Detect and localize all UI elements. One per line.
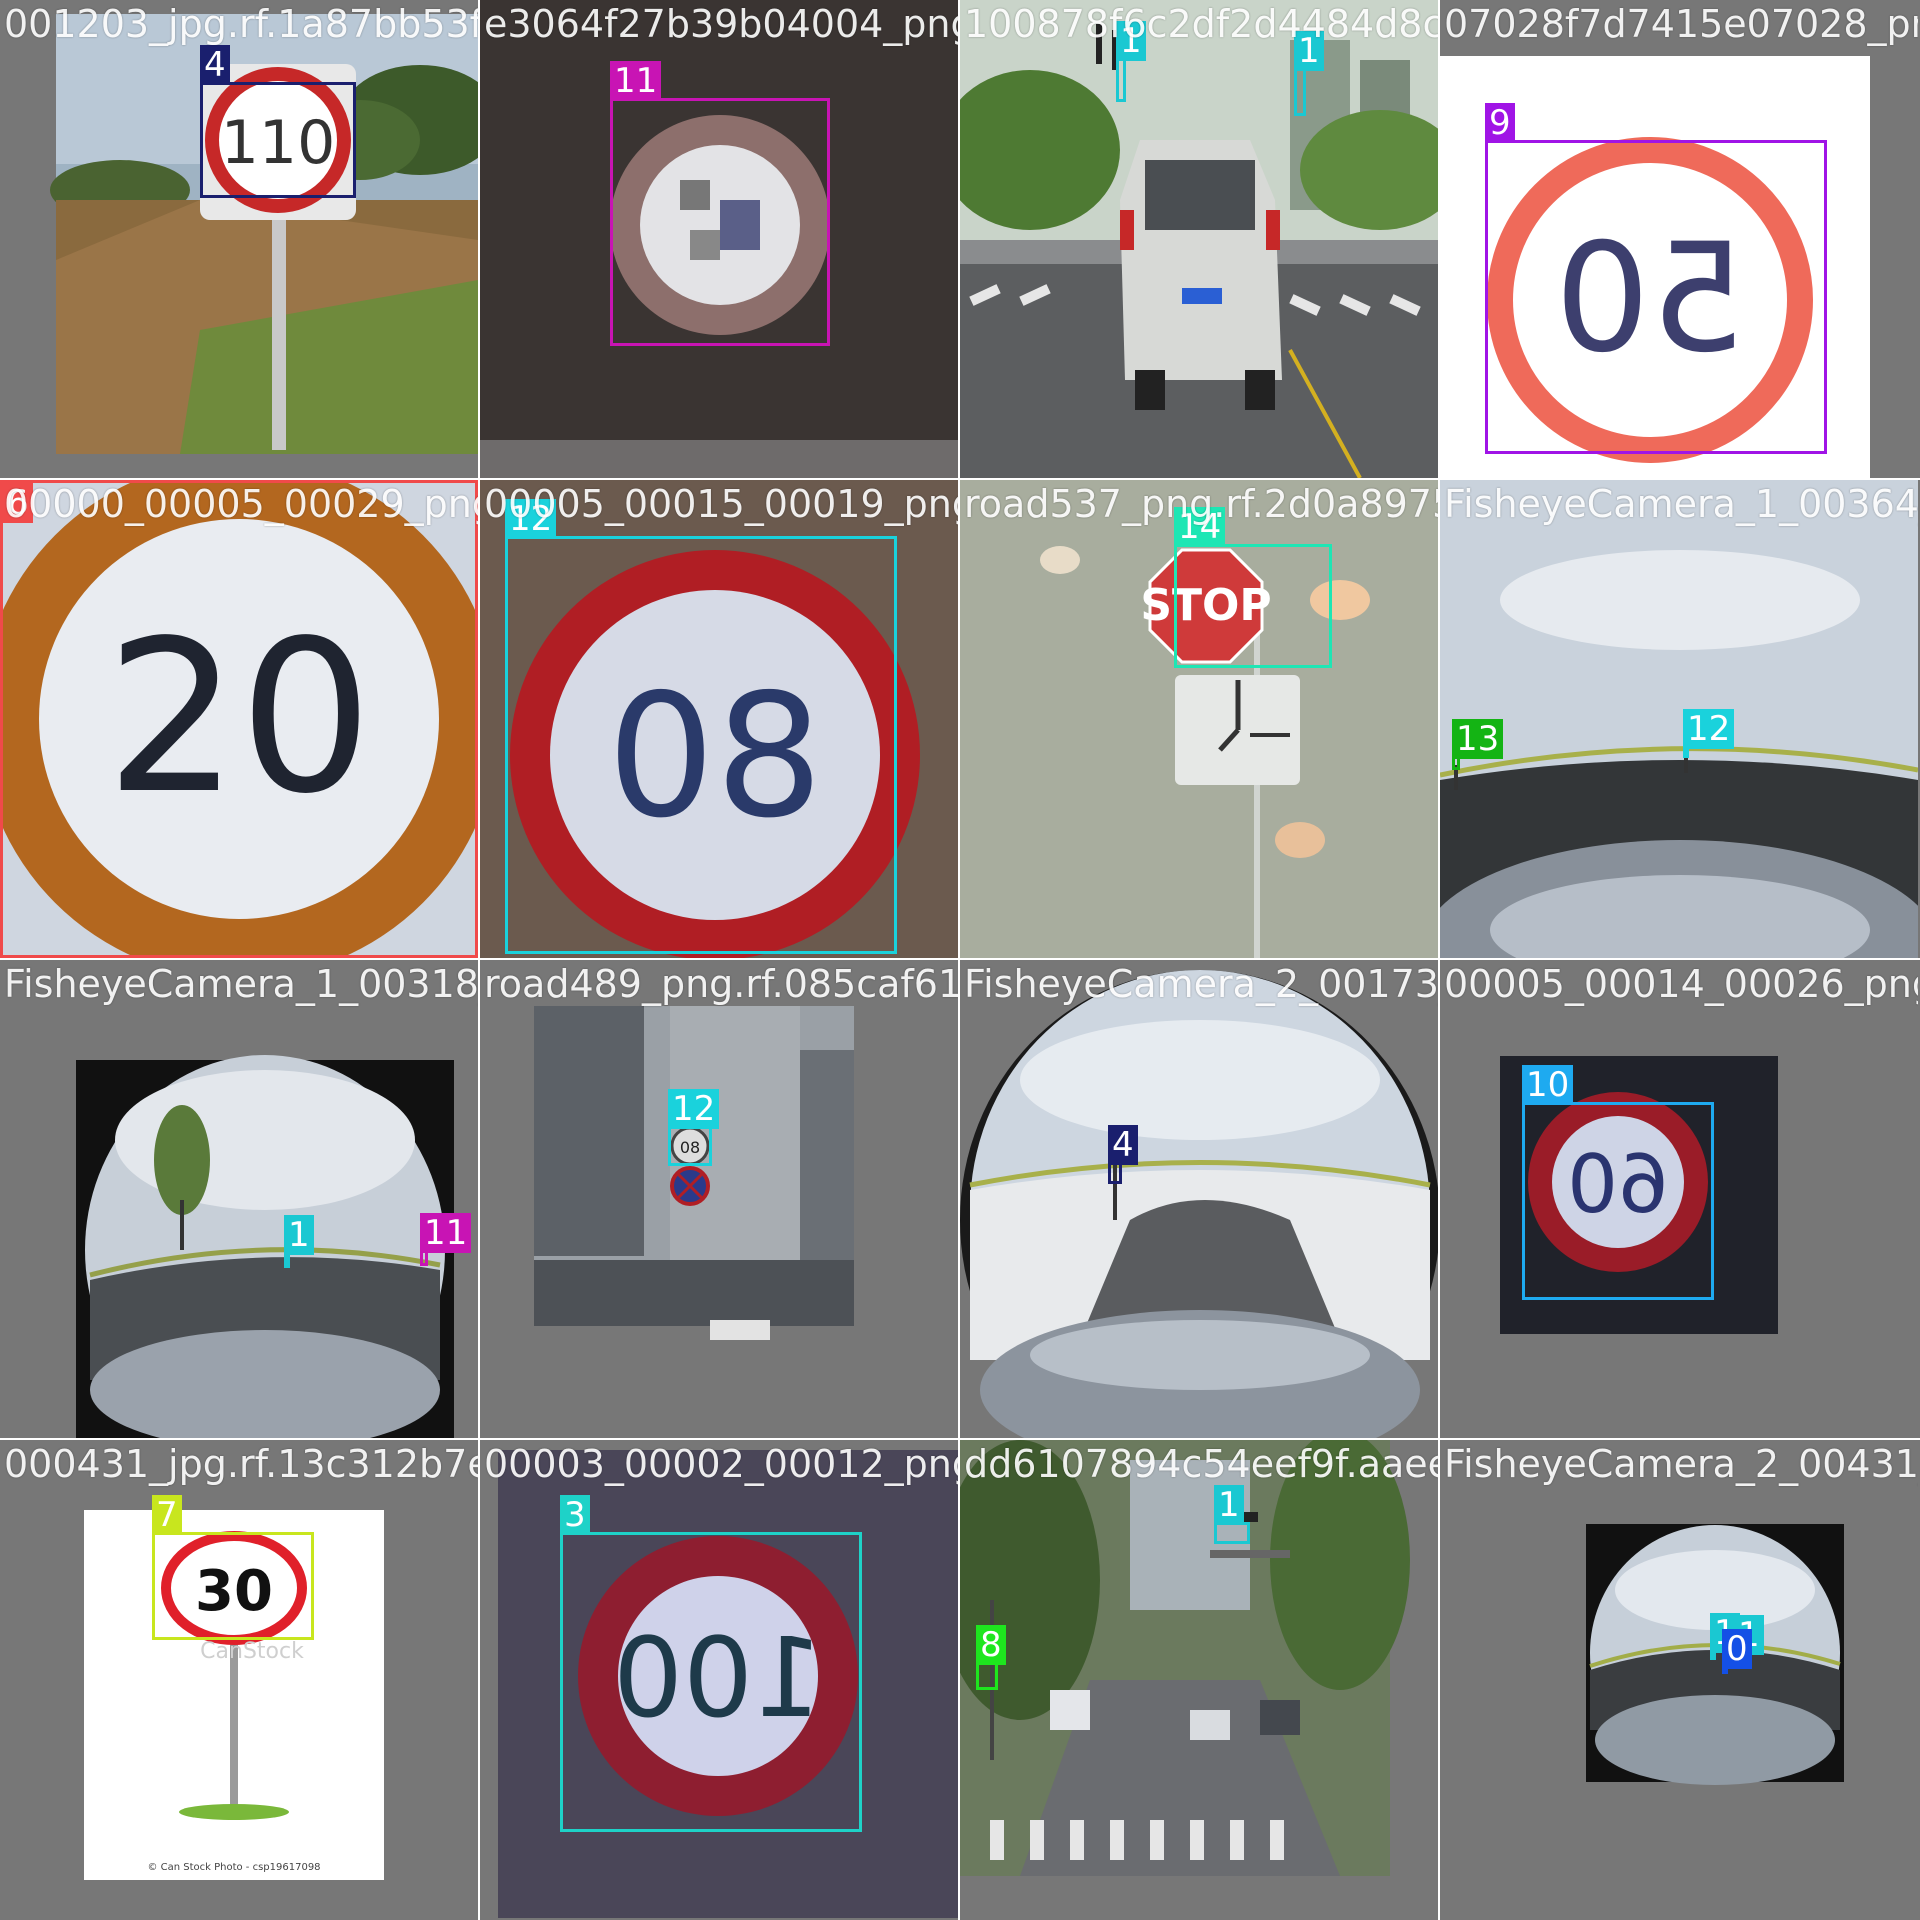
detection-box: 14 bbox=[1174, 507, 1332, 668]
class-tag: 10 bbox=[1522, 1065, 1574, 1105]
detection-box: 11 bbox=[610, 61, 830, 346]
grid-separator bbox=[0, 478, 1920, 480]
tile-filename: FisheyeCamera_1_00364_p bbox=[1444, 482, 1918, 526]
photo-fisheye-small bbox=[1440, 1440, 1918, 1918]
tile-filename: 00000_00005_00029_png. bbox=[4, 482, 478, 526]
tile-filename: 07028f7d7415e07028_png.rf bbox=[1444, 2, 1918, 46]
tile-fisheye-tree: 1 11 FisheyeCamera_1_00318_png.rf.489d65… bbox=[0, 960, 478, 1438]
tile-filename: FisheyeCamera_1_00318_png.rf.489d65cf617… bbox=[4, 962, 478, 1006]
detection-box: 1 bbox=[1294, 31, 1324, 116]
class-tag: 11 bbox=[610, 61, 662, 101]
grid-separator bbox=[0, 958, 1920, 960]
tile-filename: e3064f27b39b04004_png.rf bbox=[484, 2, 958, 46]
tile-filename: 00005_00015_00019_png.rf bbox=[484, 482, 958, 526]
detection-box: 1 bbox=[1214, 1485, 1250, 1544]
detection-box: 4 bbox=[200, 45, 356, 198]
class-tag: 12 bbox=[668, 1089, 720, 1129]
detection-box: 0 bbox=[1722, 1629, 1752, 1674]
class-tag: 12 bbox=[1683, 709, 1735, 749]
watermark-text: CanStock bbox=[200, 1639, 304, 1664]
detection-box: 12 bbox=[1683, 709, 1735, 758]
photo-fisheye-road-2 bbox=[960, 960, 1438, 1438]
tile-sign-60-mirrored: 60 10 00005_00014_00026_png.rf bbox=[1440, 960, 1918, 1438]
detection-box: 9 bbox=[1485, 103, 1827, 454]
detection-box: 3 bbox=[560, 1495, 862, 1832]
tile-stop-sign: STOP 14 road537_png.rf.2d0a8975341a2f61c… bbox=[960, 480, 1438, 958]
grid-separator bbox=[1438, 0, 1440, 1920]
photo-sign-30: 30 CanStock © Can Stock Photo - csp19617… bbox=[0, 1440, 478, 1918]
class-tag: 1 bbox=[284, 1215, 314, 1255]
detection-box: 4 bbox=[1108, 1125, 1138, 1184]
photo-street-van bbox=[960, 0, 1438, 478]
tile-sign-30-canstock: 30 CanStock © Can Stock Photo - csp19617… bbox=[0, 1440, 478, 1918]
tile-fisheye-small: 1 1 0 FisheyeCamera_2_00431_p bbox=[1440, 1440, 1918, 1918]
detection-box: 12 bbox=[668, 1089, 720, 1166]
class-tag: 11 bbox=[420, 1213, 472, 1253]
tile-filename: 00005_00014_00026_png.rf bbox=[1444, 962, 1918, 1006]
detection-box: 13 bbox=[1452, 719, 1504, 770]
footer-text: © Can Stock Photo - csp19617098 bbox=[147, 1862, 320, 1873]
class-tag: 1 bbox=[1214, 1485, 1244, 1525]
photo-street-trees bbox=[960, 1440, 1438, 1918]
tile-sign-20: 20 6 00000_00005_00029_png. bbox=[0, 480, 478, 958]
tile-sign-80-mirrored: 80 12 00005_00015_00019_png.rf bbox=[480, 480, 958, 958]
tile-filename: 100878f6c2df2d4484d8cea2e7028f7d7415e07 bbox=[964, 2, 1438, 46]
detection-box: 12 bbox=[505, 499, 897, 954]
detection-box: 7 bbox=[152, 1495, 314, 1640]
class-tag: 3 bbox=[560, 1495, 590, 1535]
detection-box: 10 bbox=[1522, 1065, 1714, 1300]
photo-fisheye-road bbox=[1440, 480, 1918, 958]
class-tag: 8 bbox=[976, 1625, 1006, 1665]
tile-buildings-sign: 08 12 road489_png.rf.085caf617a50266e287… bbox=[480, 960, 958, 1438]
tile-sign-50-mirrored: 50 9 07028f7d7415e07028_png.rf bbox=[1440, 0, 1918, 478]
tile-blurry-sign: 11 e3064f27b39b04004_png.rf bbox=[480, 0, 958, 478]
tile-filename: road489_png.rf.085caf617a50266e2879aeeb bbox=[484, 962, 958, 1006]
tile-fisheye-road-2: 4 FisheyeCamera_2_00173_png bbox=[960, 960, 1438, 1438]
grid-separator bbox=[0, 1438, 1920, 1440]
class-tag: 13 bbox=[1452, 719, 1504, 759]
tile-filename: dd6107894c54eef9f.aaeef264f2791c82516a2 bbox=[964, 1442, 1438, 1486]
tile-sign-100-mirrored: 100 3 00003_00002_00012_png.rf bbox=[480, 1440, 958, 1918]
photo-fisheye-tree bbox=[0, 960, 478, 1438]
detection-box: 1 bbox=[1116, 21, 1146, 102]
class-tag: 9 bbox=[1485, 103, 1515, 143]
mosaic-grid: 110 4 001203_jpg.rf.1a87bb53f038e3064f27… bbox=[0, 0, 1920, 1920]
detection-box: 8 bbox=[976, 1625, 1006, 1690]
tile-street-van: 1 1 100878f6c2df2d4484d8cea2e7028f7d7415… bbox=[960, 0, 1438, 478]
tile-filename: 000431_jpg.rf.13c312b7e41 bbox=[4, 1442, 478, 1486]
photo-road-sign-110: 110 bbox=[0, 0, 478, 478]
detection-box: 11 bbox=[420, 1213, 472, 1266]
class-tag: 0 bbox=[1722, 1629, 1752, 1669]
detection-box: 1 bbox=[284, 1215, 314, 1268]
tile-filename: FisheyeCamera_2_00431_p bbox=[1444, 1442, 1918, 1486]
detection-box: 6 bbox=[0, 480, 478, 958]
tile-filename: 00003_00002_00012_png.rf bbox=[484, 1442, 958, 1486]
grid-separator bbox=[478, 0, 480, 1920]
tile-road-sign-110: 110 4 001203_jpg.rf.1a87bb53f038e3064f27… bbox=[0, 0, 478, 478]
photo-buildings-sign: 08 bbox=[480, 960, 958, 1438]
class-tag: 7 bbox=[152, 1495, 182, 1535]
tile-filename: FisheyeCamera_2_00173_png bbox=[964, 962, 1438, 1006]
grid-separator bbox=[958, 0, 960, 1920]
tile-fisheye-road: 13 12 FisheyeCamera_1_00364_p bbox=[1440, 480, 1918, 958]
tile-filename: road537_png.rf.2d0a8975341a2f61c18e1d bbox=[964, 482, 1438, 526]
detection-box: 1 bbox=[1710, 1613, 1740, 1660]
tile-filename: 001203_jpg.rf.1a87bb53f038e3064f27b39b04 bbox=[4, 2, 478, 46]
class-tag: 4 bbox=[200, 45, 230, 85]
tile-street-trees: 1 8 dd6107894c54eef9f.aaeef264f2791c8251… bbox=[960, 1440, 1438, 1918]
class-tag: 4 bbox=[1108, 1125, 1138, 1165]
